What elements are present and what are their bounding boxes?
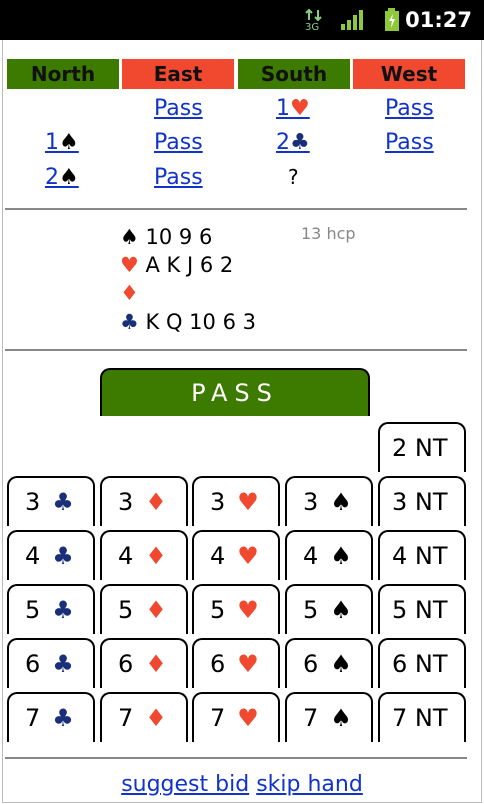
auction-north-bid[interactable]: 1♠ <box>45 130 79 155</box>
diamond-icon: ♦ <box>145 596 167 624</box>
bid-button-5-hearts[interactable]: 5 ♥ <box>192 584 280 634</box>
auction-east-bid[interactable]: Pass <box>154 165 203 190</box>
heart-icon: ♥ <box>120 253 139 277</box>
bid-button-3-clubs[interactable]: 3 ♣ <box>7 476 95 526</box>
spade-icon: ♠ <box>330 488 352 516</box>
bid-button-6-diamonds[interactable]: 6 ♦ <box>100 638 188 688</box>
svg-text:3G: 3G <box>305 22 319 32</box>
club-icon: ♣ <box>52 704 74 732</box>
diamond-icon: ♦ <box>145 704 167 732</box>
divider <box>5 208 467 210</box>
spade-icon: ♠ <box>330 650 352 678</box>
heart-icon: ♥ <box>237 650 259 678</box>
bid-button-3-spades[interactable]: 3 ♠ <box>285 476 373 526</box>
auction-north-bid[interactable]: 2♠ <box>45 165 79 190</box>
spade-icon: ♠ <box>330 596 352 624</box>
divider <box>5 757 467 759</box>
club-icon: ♣ <box>52 650 74 678</box>
diamond-icon: ♦ <box>145 488 167 516</box>
battery-icon <box>383 8 401 36</box>
bid-button-5-diamonds[interactable]: 5 ♦ <box>100 584 188 634</box>
auction-south-bid[interactable]: 1♥ <box>276 96 310 121</box>
bid-button-6-clubs[interactable]: 6 ♣ <box>7 638 95 688</box>
heart-icon: ♥ <box>237 542 259 570</box>
club-icon: ♣ <box>52 488 74 516</box>
hand-spades: ♠ 10 9 6 <box>120 225 213 249</box>
bid-button-7-hearts[interactable]: 7 ♥ <box>192 692 280 742</box>
skip-hand-link[interactable]: skip hand <box>256 772 363 797</box>
auction-west-bid[interactable]: Pass <box>385 130 434 155</box>
auction-east-bid[interactable]: Pass <box>154 96 203 121</box>
bid-button-5-clubs[interactable]: 5 ♣ <box>7 584 95 634</box>
suggest-bid-link[interactable]: suggest bid <box>121 772 249 797</box>
bid-button-5-nt[interactable]: 5 NT <box>378 584 466 634</box>
hcp-count: 13 hcp <box>301 224 356 243</box>
heart-icon: ♥ <box>237 596 259 624</box>
club-icon: ♣ <box>290 130 310 155</box>
pass-button[interactable]: PASS <box>100 368 370 416</box>
spade-icon: ♠ <box>330 704 352 732</box>
diamond-icon: ♦ <box>145 542 167 570</box>
spade-icon: ♠ <box>59 130 79 155</box>
bid-button-6-hearts[interactable]: 6 ♥ <box>192 638 280 688</box>
club-icon: ♣ <box>120 310 139 334</box>
auction-west-bid[interactable]: Pass <box>385 96 434 121</box>
bid-button-2nt[interactable]: 2 NT <box>378 422 466 472</box>
header-south: South <box>238 59 350 89</box>
bid-button-7-diamonds[interactable]: 7 ♦ <box>100 692 188 742</box>
bid-button-6-spades[interactable]: 6 ♠ <box>285 638 373 688</box>
heart-icon: ♥ <box>237 488 259 516</box>
bid-button-7-nt[interactable]: 7 NT <box>378 692 466 742</box>
auction-east-bid[interactable]: Pass <box>154 130 203 155</box>
bid-button-4-nt[interactable]: 4 NT <box>378 530 466 580</box>
clock: 01:27 <box>405 8 472 32</box>
signal-icon <box>340 8 366 36</box>
club-icon: ♣ <box>52 596 74 624</box>
spade-icon: ♠ <box>120 225 139 249</box>
hand-diamonds: ♦ <box>120 281 139 305</box>
bid-button-5-spades[interactable]: 5 ♠ <box>285 584 373 634</box>
bid-button-3-nt[interactable]: 3 NT <box>378 476 466 526</box>
network-3g-icon: 3G <box>304 8 326 36</box>
bid-button-6-nt[interactable]: 6 NT <box>378 638 466 688</box>
header-east: East <box>122 59 234 89</box>
heart-icon: ♥ <box>237 704 259 732</box>
bid-button-4-spades[interactable]: 4 ♠ <box>285 530 373 580</box>
status-bar: 3G 01:27 <box>0 0 484 40</box>
bid-button-4-diamonds[interactable]: 4 ♦ <box>100 530 188 580</box>
bid-button-3-hearts[interactable]: 3 ♥ <box>192 476 280 526</box>
bid-button-4-clubs[interactable]: 4 ♣ <box>7 530 95 580</box>
diamond-icon: ♦ <box>145 650 167 678</box>
divider <box>5 349 467 351</box>
bid-button-3-diamonds[interactable]: 3 ♦ <box>100 476 188 526</box>
auction-south-pending: ? <box>288 165 299 189</box>
club-icon: ♣ <box>52 542 74 570</box>
footer: suggest bid skip hand <box>0 772 484 797</box>
spade-icon: ♠ <box>330 542 352 570</box>
auction-south-bid[interactable]: 2♣ <box>276 130 310 155</box>
header-west: West <box>353 59 465 89</box>
bid-button-7-clubs[interactable]: 7 ♣ <box>7 692 95 742</box>
hand-hearts: ♥ A K J 6 2 <box>120 253 234 277</box>
bid-button-7-spades[interactable]: 7 ♠ <box>285 692 373 742</box>
header-north: North <box>7 59 119 89</box>
heart-icon: ♥ <box>290 96 310 121</box>
diamond-icon: ♦ <box>120 281 139 305</box>
bid-button-4-hearts[interactable]: 4 ♥ <box>192 530 280 580</box>
hand-clubs: ♣ K Q 10 6 3 <box>120 310 256 334</box>
spade-icon: ♠ <box>59 165 79 190</box>
